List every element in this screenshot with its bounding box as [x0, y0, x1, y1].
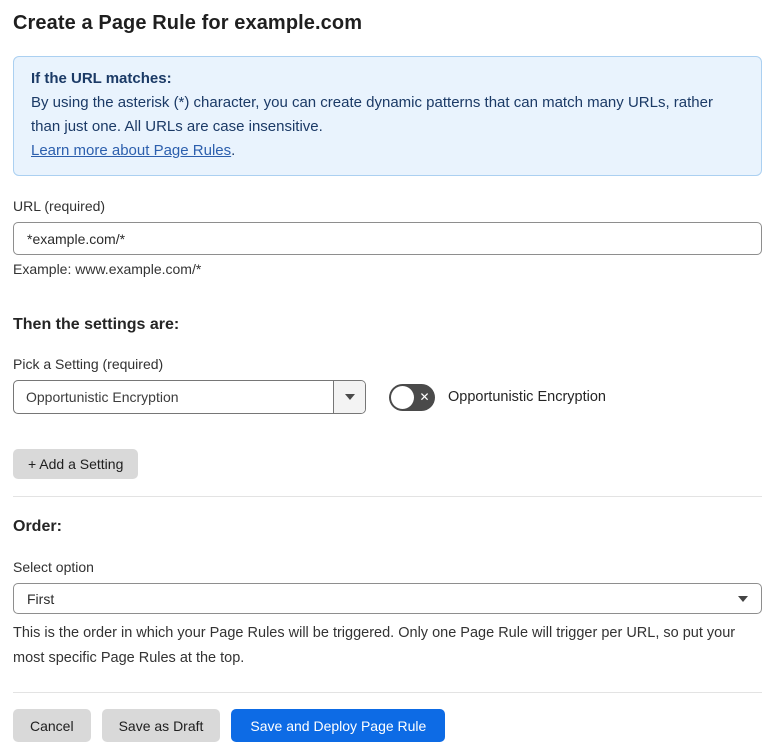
save-deploy-button[interactable]: Save and Deploy Page Rule — [231, 709, 446, 742]
add-setting-button[interactable]: + Add a Setting — [13, 449, 139, 479]
setting-picker-label: Pick a Setting (required) — [13, 356, 164, 372]
setting-picker-dropdown-button[interactable] — [333, 381, 365, 413]
url-label: URL (required) — [13, 198, 106, 214]
page-title: Create a Page Rule for example.com — [13, 12, 363, 34]
toggle-label: Opportunistic Encryption — [448, 389, 606, 405]
order-select[interactable]: First — [13, 583, 762, 614]
url-input[interactable] — [13, 222, 762, 255]
url-match-info-box: If the URL matches: By using the asteris… — [13, 56, 762, 176]
info-box-body: By using the asterisk (*) character, you… — [31, 94, 713, 135]
setting-picker[interactable]: Opportunistic Encryption — [13, 380, 366, 414]
chevron-down-icon — [738, 595, 748, 602]
caret-down-icon — [344, 394, 355, 400]
order-select-label: Select option — [13, 559, 94, 575]
footer-divider — [13, 692, 762, 693]
url-helper: Example: www.example.com/* — [13, 261, 202, 277]
opportunistic-encryption-toggle[interactable]: ✕ — [389, 383, 435, 411]
section-divider — [13, 496, 762, 497]
toggle-off-x-icon: ✕ — [419, 390, 430, 404]
link-period: . — [231, 142, 236, 159]
page-rule-form: Create a Page Rule for example.com If th… — [0, 12, 775, 742]
cancel-button[interactable]: Cancel — [13, 709, 91, 742]
setting-picker-row: Opportunistic Encryption ✕ Opportunistic… — [13, 380, 762, 414]
settings-heading: Then the settings are: — [13, 316, 180, 333]
order-heading: Order: — [13, 518, 62, 535]
setting-picker-value: Opportunistic Encryption — [26, 389, 179, 405]
info-box-link-line: Learn more about Page Rules. — [31, 139, 744, 163]
toggle-knob — [391, 385, 414, 409]
order-helper: This is the order in which your Page Rul… — [13, 625, 736, 666]
learn-more-link[interactable]: Learn more about Page Rules — [31, 142, 231, 159]
info-box-heading: If the URL matches: — [31, 70, 172, 87]
footer-actions: Cancel Save as Draft Save and Deploy Pag… — [13, 709, 762, 742]
order-select-value: First — [27, 590, 55, 607]
save-draft-button[interactable]: Save as Draft — [101, 709, 221, 742]
